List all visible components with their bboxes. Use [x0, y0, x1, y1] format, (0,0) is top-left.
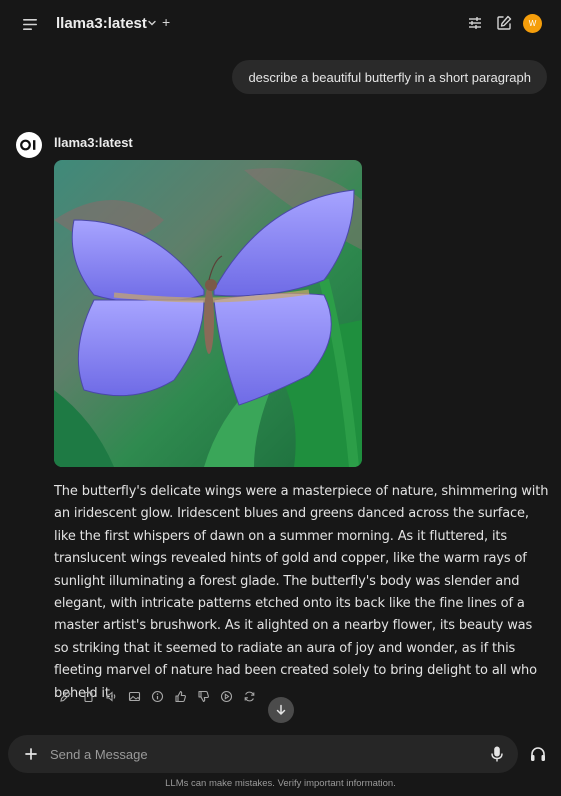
arrow-down-icon: [276, 704, 286, 715]
generate-image-button[interactable]: [127, 689, 142, 704]
image-icon: [128, 691, 141, 702]
message-input[interactable]: [50, 735, 470, 773]
model-selector[interactable]: llama3:latest: [56, 15, 147, 32]
edit-icon: [60, 691, 71, 702]
generated-butterfly-image[interactable]: [54, 160, 362, 467]
controls-icon[interactable]: [466, 14, 484, 32]
top-bar: llama3:latest + W: [0, 0, 561, 48]
regenerate-button[interactable]: [242, 689, 257, 704]
continue-icon: [220, 690, 233, 703]
assistant-avatar: [16, 132, 42, 158]
copy-button[interactable]: [81, 689, 96, 704]
message-action-bar: [58, 689, 257, 705]
headphones-icon[interactable]: [529, 745, 547, 763]
plus-icon[interactable]: [22, 745, 40, 763]
scroll-to-bottom-button[interactable]: [268, 697, 294, 723]
edit-button[interactable]: [58, 689, 73, 704]
read-aloud-button[interactable]: [104, 689, 119, 704]
user-message-bubble: describe a beautiful butterfly in a shor…: [232, 60, 547, 94]
thumbs-down-icon: [198, 690, 209, 703]
regenerate-icon: [244, 691, 255, 702]
continue-response-button[interactable]: [219, 689, 234, 704]
microphone-icon[interactable]: [489, 745, 505, 763]
good-response-button[interactable]: [173, 689, 188, 704]
disclaimer-text: LLMs can make mistakes. Verify important…: [165, 778, 396, 789]
user-avatar[interactable]: W: [523, 14, 542, 33]
bad-response-button[interactable]: [196, 689, 211, 704]
copy-icon: [84, 691, 93, 703]
info-button[interactable]: [150, 689, 165, 704]
info-icon: [151, 690, 164, 703]
add-model-button[interactable]: +: [162, 14, 170, 30]
assistant-reply: The butterfly's delicate wings were a ma…: [54, 484, 549, 701]
assistant-name: llama3:latest: [54, 135, 133, 150]
new-chat-icon[interactable]: [495, 14, 513, 32]
thumbs-up-icon: [175, 690, 186, 703]
menu-icon: [23, 18, 37, 30]
read-aloud-icon: [106, 691, 116, 702]
chevron-down-icon[interactable]: [146, 17, 158, 29]
message-composer: [8, 735, 518, 773]
openwebui-logo-icon: [20, 139, 36, 151]
sidebar-toggle-button[interactable]: [20, 14, 40, 34]
